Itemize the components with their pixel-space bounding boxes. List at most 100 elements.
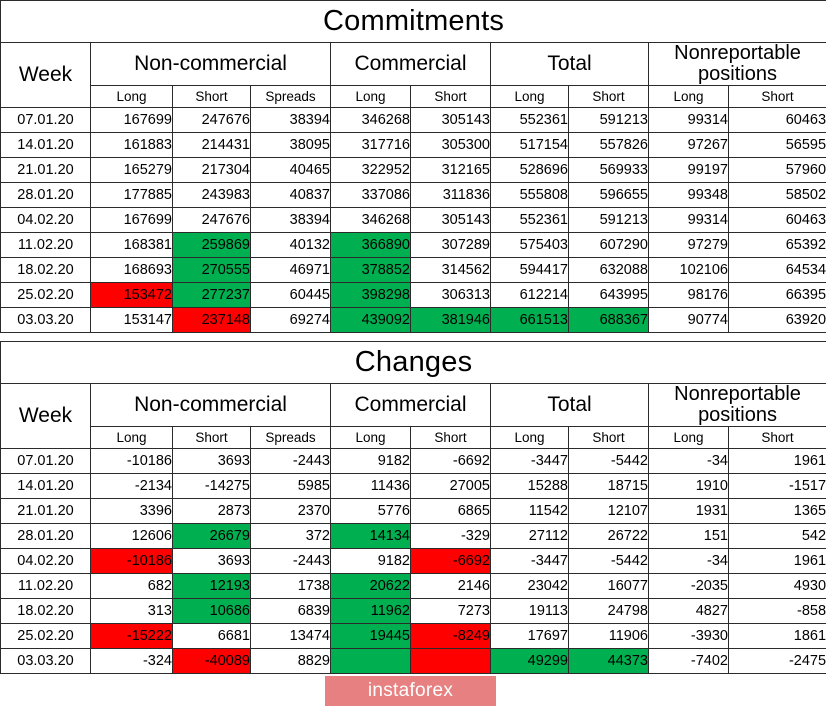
table-cell: 337086 xyxy=(330,182,411,208)
table-cell: 17697 xyxy=(490,623,569,649)
subheader-nonreportable-short: Short xyxy=(727,85,826,108)
table-cell: 313 xyxy=(90,598,173,624)
changes-sub-header-row: Long Short Spreads Long Short Long Short… xyxy=(1,426,826,449)
table-cell: -2134 xyxy=(90,473,173,499)
table-cell: 5985 xyxy=(250,473,331,499)
table-row: 28.01.20 12606 26679 372 14134 -329 27112 26722… xyxy=(0,523,826,549)
subheader-total-long: Long xyxy=(490,426,569,449)
table-cell: 38394 xyxy=(250,207,331,233)
table-cell: 69274 xyxy=(250,307,331,333)
table-cell: -324 xyxy=(90,648,173,674)
table-row: 11.02.20 682 12193 1738 20622 2146 23042 16077-… xyxy=(0,573,826,599)
table-row: 03.03.20 153147 237148 69274 439092 381946 661… xyxy=(0,307,826,333)
table-cell: -7402 xyxy=(648,648,729,674)
table-cell: 9182 xyxy=(330,548,411,574)
row-week-label: 25.02.20 xyxy=(0,282,91,308)
table-cell: 1738 xyxy=(250,573,331,599)
table-cell: 398298 xyxy=(330,282,411,308)
table-cell: 346268 xyxy=(330,207,411,233)
table-cell: 40837 xyxy=(250,182,331,208)
table-cell: 20622 xyxy=(330,573,411,599)
table-cell: 528696 xyxy=(490,157,569,183)
table-cell: 6681 xyxy=(172,623,251,649)
instaforex-watermark: instaforex xyxy=(325,676,496,706)
table-row: 14.01.20 161883 214431 38095 317716 305300 517… xyxy=(0,132,826,158)
table-cell: 552361 xyxy=(490,207,569,233)
row-week-label: 21.01.20 xyxy=(0,498,91,524)
table-cell: 58502 xyxy=(727,182,826,208)
table-cell: 66395 xyxy=(727,282,826,308)
row-week-label: 28.01.20 xyxy=(0,523,91,549)
header-group-noncommercial: Non-commercial xyxy=(90,383,331,427)
header-group-noncommercial: Non-commercial xyxy=(90,42,331,86)
table-cell: 542 xyxy=(727,523,826,549)
header-group-nonreportable: Nonreportable positions xyxy=(647,42,826,86)
table-cell xyxy=(330,648,411,674)
table-cell: 4827 xyxy=(648,598,729,624)
table-cell: 517154 xyxy=(490,132,569,158)
header-week: Week xyxy=(0,42,91,108)
table-cell: 305143 xyxy=(410,107,491,133)
table-row: 21.01.20 165279 217304 40465 322952 312165 528… xyxy=(0,157,826,183)
table-cell: 317716 xyxy=(330,132,411,158)
watermark-label: instaforex xyxy=(367,680,454,701)
table-cell: 40132 xyxy=(250,232,331,258)
table-cell: -3447 xyxy=(490,548,569,574)
table-row: 03.03.20 -324 -40089 8829 49299 44373 -7402 -24… xyxy=(0,648,826,674)
table-cell: 366890 xyxy=(330,232,411,258)
table-cell: 153147 xyxy=(90,307,173,333)
table-cell: 259869 xyxy=(172,232,251,258)
row-week-label: 11.02.20 xyxy=(0,573,91,599)
header-group-nonreportable: Nonreportable positions xyxy=(647,383,826,427)
table-cell: 591213 xyxy=(568,107,649,133)
table-cell: 311836 xyxy=(410,182,491,208)
table-cell: 575403 xyxy=(490,232,569,258)
table-cell: 16077 xyxy=(568,573,649,599)
table-cell: 688367 xyxy=(568,307,649,333)
table-cell: 277237 xyxy=(172,282,251,308)
table-cell: 3396 xyxy=(90,498,173,524)
table-cell: 682 xyxy=(90,573,173,599)
table-cell: 23042 xyxy=(490,573,569,599)
table-cell: 168693 xyxy=(90,257,173,283)
changes-body: Changes Week Non-commercial Commercial T… xyxy=(0,341,826,674)
table-cell: 10686 xyxy=(172,598,251,624)
table-cell: -2035 xyxy=(648,573,729,599)
commitments-title: Commitments xyxy=(0,0,826,43)
header-week: Week xyxy=(0,383,91,449)
table-cell: 305300 xyxy=(410,132,491,158)
table-cell: 168381 xyxy=(90,232,173,258)
table-cell: 306313 xyxy=(410,282,491,308)
subheader-total-long: Long xyxy=(490,85,569,108)
table-cell: 8829 xyxy=(250,648,331,674)
table-cell: 63920 xyxy=(727,307,826,333)
table-cell: 596655 xyxy=(568,182,649,208)
table-cell: -858 xyxy=(727,598,826,624)
table-cell: 46971 xyxy=(250,257,331,283)
table-cell: 632088 xyxy=(568,257,649,283)
table-cell: 607290 xyxy=(568,232,649,258)
table-cell: 2873 xyxy=(172,498,251,524)
table-cell: -5442 xyxy=(568,448,649,474)
row-week-label: 07.01.20 xyxy=(0,448,91,474)
table-row: 04.02.20 167699 247676 38394 346268 305143 552… xyxy=(0,207,826,233)
table-cell: 19445 xyxy=(330,623,411,649)
header-group-commercial: Commercial xyxy=(330,383,491,427)
subheader-nonreportable-long: Long xyxy=(648,426,729,449)
table-cell: 99314 xyxy=(648,107,729,133)
table-cell: 64534 xyxy=(727,257,826,283)
subheader-total-short: Short xyxy=(568,426,649,449)
table-cell: 167699 xyxy=(90,207,173,233)
table-cell: 97279 xyxy=(648,232,729,258)
table-cell: -2475 xyxy=(727,648,826,674)
table-cell: 99348 xyxy=(648,182,729,208)
table-cell: 214431 xyxy=(172,132,251,158)
table-cell: 165279 xyxy=(90,157,173,183)
table-cell: 40465 xyxy=(250,157,331,183)
table-cell: 24798 xyxy=(568,598,649,624)
subheader-commercial-short: Short xyxy=(410,426,491,449)
commitments-body: Commitments Week Non-commercial Commerci… xyxy=(0,0,826,333)
table-cell: 1931 xyxy=(648,498,729,524)
table-row: 18.02.20 168693 270555 46971 378852 314562 594… xyxy=(0,257,826,283)
subheader-commercial-short: Short xyxy=(410,85,491,108)
